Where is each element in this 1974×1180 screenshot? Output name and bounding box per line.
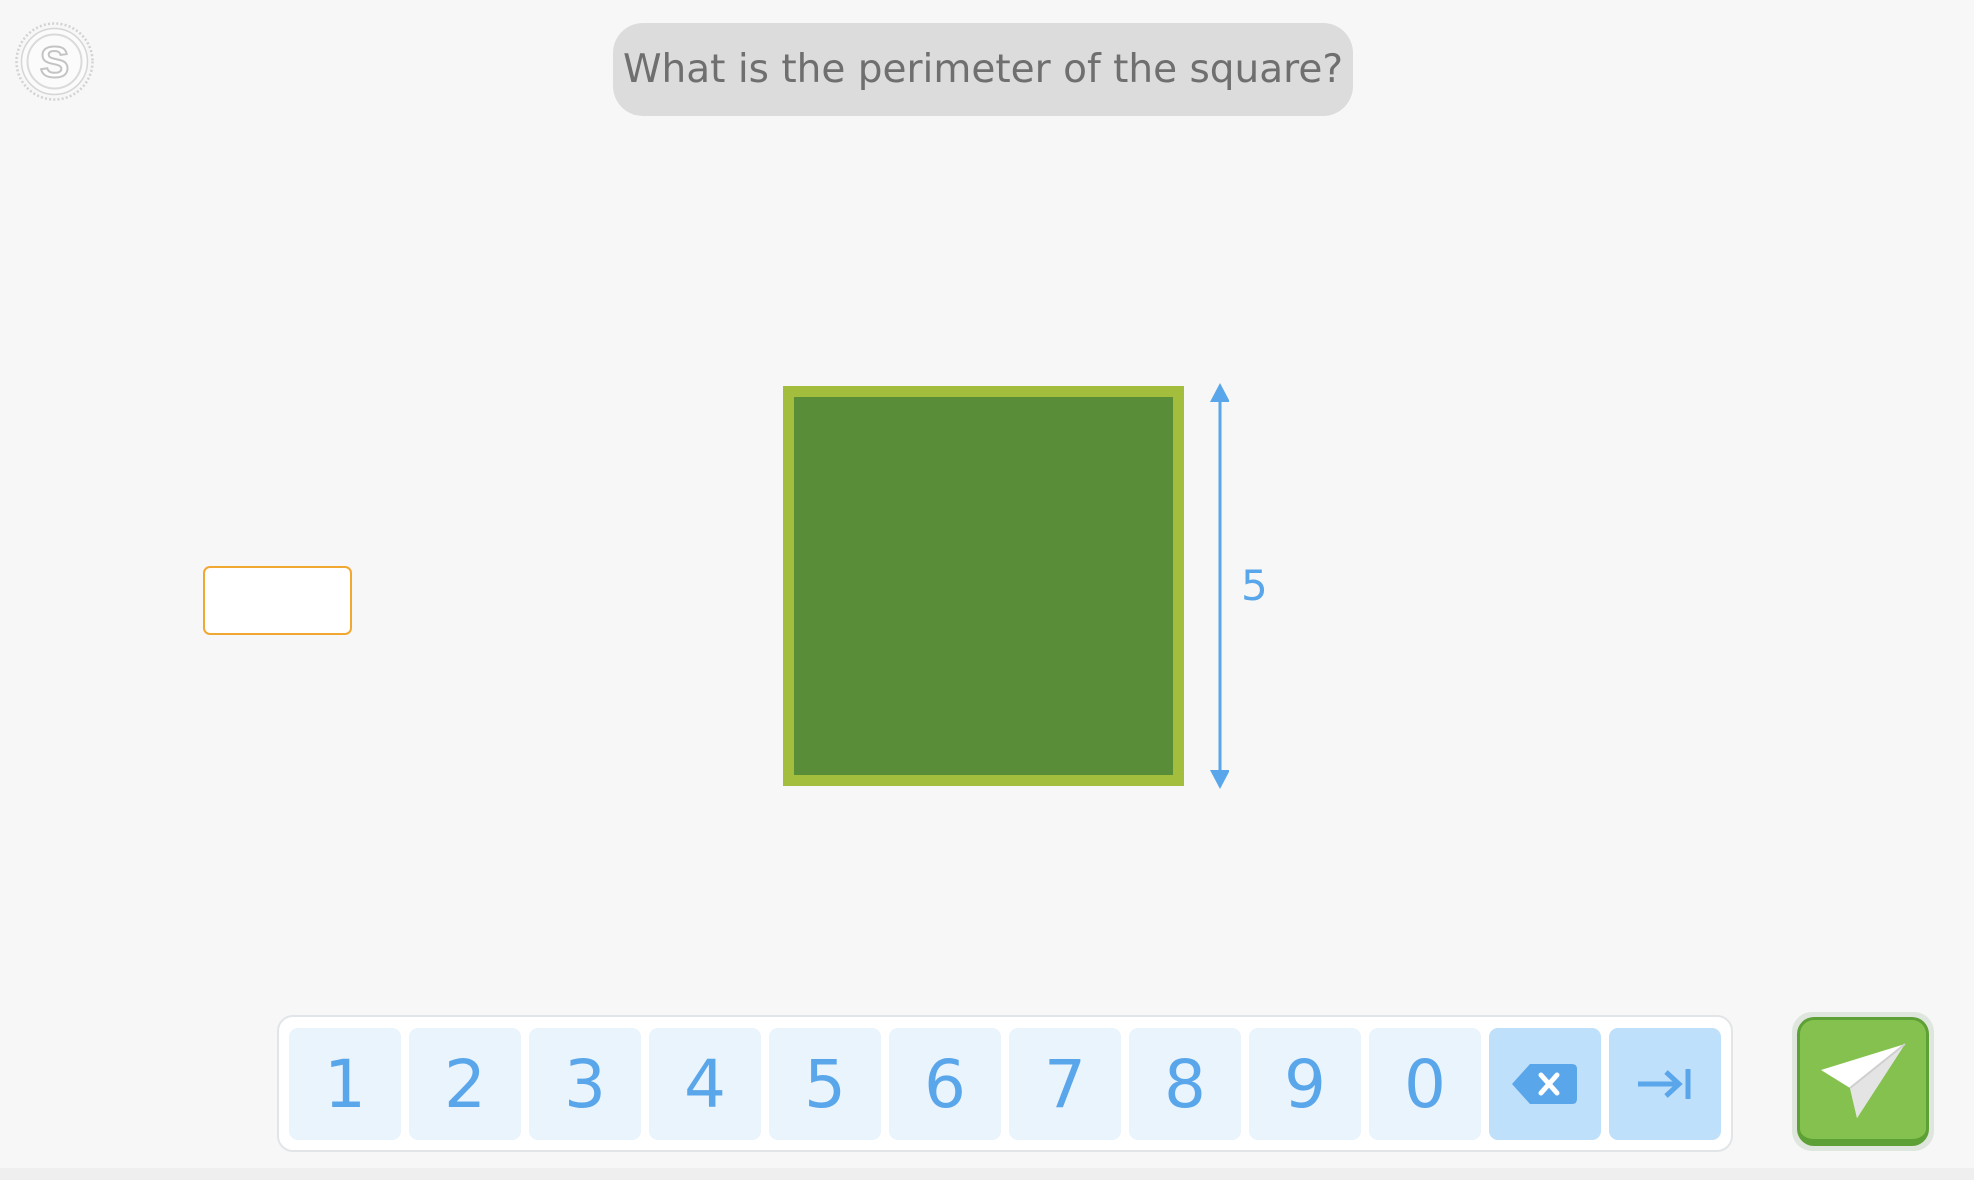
tab-arrow-icon bbox=[1638, 1069, 1691, 1099]
key-4[interactable]: 4 bbox=[649, 1028, 761, 1140]
key-3[interactable]: 3 bbox=[529, 1028, 641, 1140]
key-7[interactable]: 7 bbox=[1009, 1028, 1121, 1140]
key-9[interactable]: 9 bbox=[1249, 1028, 1361, 1140]
key-0[interactable]: 0 bbox=[1369, 1028, 1481, 1140]
next-field-button[interactable] bbox=[1609, 1028, 1721, 1140]
key-1[interactable]: 1 bbox=[289, 1028, 401, 1140]
logo-badge-icon: S bbox=[15, 22, 94, 101]
key-8[interactable]: 8 bbox=[1129, 1028, 1241, 1140]
side-dimension-arrow bbox=[1210, 383, 1229, 789]
logo-letter: S bbox=[40, 38, 69, 87]
key-6[interactable]: 6 bbox=[889, 1028, 1001, 1140]
submit-button[interactable] bbox=[1797, 1017, 1929, 1146]
backspace-icon bbox=[1512, 1064, 1577, 1104]
backspace-button[interactable] bbox=[1489, 1028, 1601, 1140]
square-shape bbox=[783, 386, 1184, 786]
question-banner: What is the perimeter of the square? bbox=[613, 23, 1353, 116]
side-length-label: 5 bbox=[1241, 561, 1268, 610]
bottom-edge bbox=[0, 1168, 1974, 1180]
key-5[interactable]: 5 bbox=[769, 1028, 881, 1140]
number-keypad: 1 2 3 4 5 6 7 8 9 0 bbox=[277, 1015, 1733, 1152]
question-text: What is the perimeter of the square? bbox=[622, 47, 1344, 92]
key-2[interactable]: 2 bbox=[409, 1028, 521, 1140]
app-logo: S bbox=[14, 21, 95, 102]
paper-plane-icon bbox=[1821, 1042, 1906, 1118]
answer-input[interactable] bbox=[203, 566, 352, 635]
